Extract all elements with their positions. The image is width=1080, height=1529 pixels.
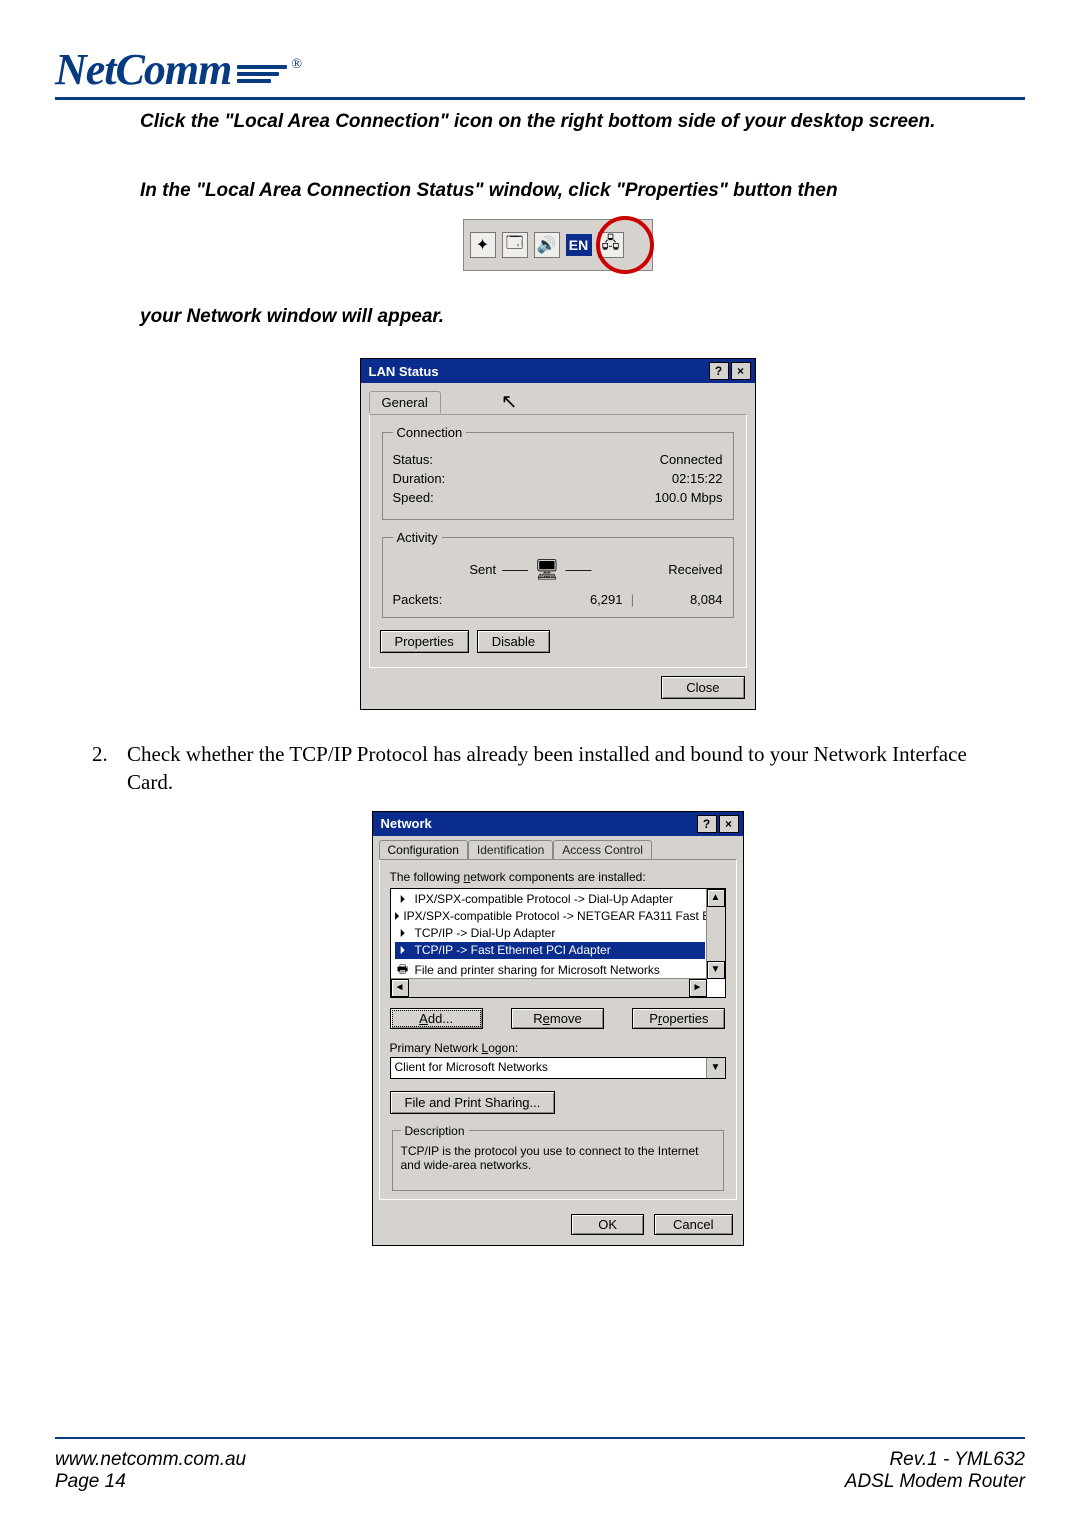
logo-lines-icon [237,65,287,83]
connection-legend: Connection [393,425,467,440]
tab-general[interactable]: General [369,391,441,413]
systray-figure: ✦ 🗔 🔊 EN 🖧 [463,219,653,271]
cancel-button[interactable]: Cancel [654,1214,732,1235]
scroll-left-icon[interactable]: ◄ [391,979,409,997]
tab-identification[interactable]: Identification [468,840,553,859]
protocol-icon: 🞂 [395,926,411,941]
protocol-icon: 🞂 [395,943,411,958]
protocol-icon: 🞂 [395,909,400,924]
sent-label: Sent [469,562,496,577]
list-item[interactable]: 🞂 TCP/IP -> Dial-Up Adapter [395,925,705,942]
speed-label: Speed: [393,490,434,505]
status-value: Connected [660,452,723,467]
tab-configuration[interactable]: Configuration [379,840,468,859]
primary-logon-combobox[interactable]: Client for Microsoft Networks ▼ [390,1057,726,1079]
primary-logon-value: Client for Microsoft Networks [391,1058,706,1078]
activity-group: Activity Sent —— 🖥 —— Received Packets: [382,530,734,618]
ok-button[interactable]: OK [571,1214,644,1235]
remove-button[interactable]: Remove [511,1008,604,1029]
horizontal-scrollbar[interactable]: ◄ ► [391,978,707,997]
connection-group: Connection Status: Connected Duration: 0… [382,425,734,520]
footer-rule [55,1437,1025,1439]
footer-rev: Rev.1 - YML632 [845,1449,1025,1471]
cursor-arrow-icon: ↖ [501,389,518,414]
components-list-label: The following network components are ins… [390,870,726,884]
tray-icon-1: ✦ [470,232,496,258]
activity-computers-icon: 🖥 [534,557,559,582]
activity-legend: Activity [393,530,442,545]
packets-received-value: 8,084 [643,592,723,607]
packets-label: Packets: [393,592,483,607]
duration-value: 02:15:22 [672,471,723,486]
lan-status-window: LAN Status ? × General ↖ Connection Stat… [360,358,756,710]
packets-sent-value: 6,291 [483,592,623,607]
titlebar-close-button[interactable]: × [731,362,751,380]
logo-text: NetComm [55,44,231,95]
description-group: Description TCP/IP is the protocol you u… [392,1124,724,1191]
speed-value: 100.0 Mbps [655,490,723,505]
titlebar-help-button[interactable]: ? [709,362,729,380]
scroll-right-icon[interactable]: ► [689,979,707,997]
footer-url: www.netcomm.com.au [55,1449,246,1471]
instruction-2: In the "Local Area Connection Status" wi… [140,177,975,206]
network-titlebar: Network ? × [373,812,743,836]
description-text: TCP/IP is the protocol you use to connec… [401,1144,715,1172]
tray-icon-2: 🗔 [502,232,528,258]
lan-status-titlebar: LAN Status ? × [361,359,755,383]
titlebar-close-button[interactable]: × [719,815,739,833]
footer-page: Page 14 [55,1471,246,1493]
page-footer: www.netcomm.com.au Page 14 Rev.1 - YML63… [55,1449,1025,1493]
list-item-selected[interactable]: 🞂 TCP/IP -> Fast Ethernet PCI Adapter [395,942,705,959]
lan-status-title: LAN Status [369,364,439,379]
scroll-up-icon[interactable]: ▲ [707,889,725,907]
network-title: Network [381,816,432,831]
activity-dash-icon: —— [565,562,591,577]
close-button[interactable]: Close [661,676,744,699]
scroll-down-icon[interactable]: ▼ [707,961,725,979]
network-window: Network ? × Configuration Identification… [372,811,744,1246]
list-item[interactable]: 🞂 IPX/SPX-compatible Protocol -> NETGEAR… [395,908,705,925]
vertical-scrollbar[interactable]: ▲ ▼ [706,889,725,979]
tray-language-indicator: EN [566,234,592,256]
instruction-3: your Network window will appear. [140,306,975,328]
step-2-text: Check whether the TCP/IP Protocol has al… [127,740,975,797]
components-listbox[interactable]: 🞂 IPX/SPX-compatible Protocol -> Dial-Up… [390,888,726,998]
protocol-icon: 🞂 [395,892,411,907]
tray-volume-icon: 🔊 [534,232,560,258]
duration-label: Duration: [393,471,446,486]
properties-button[interactable]: Properties [632,1008,725,1029]
list-item[interactable]: 🞂 IPX/SPX-compatible Protocol -> Dial-Up… [395,891,705,908]
primary-logon-label: Primary Network Logon: [390,1041,726,1055]
footer-product: ADSL Modem Router [845,1471,1025,1493]
description-legend: Description [401,1124,469,1138]
tab-access-control[interactable]: Access Control [553,840,652,859]
packets-separator: | [623,592,643,607]
registered-mark: ® [291,57,302,73]
received-label: Received [668,562,722,577]
properties-button[interactable]: Properties [380,630,469,653]
status-label: Status: [393,452,433,467]
highlight-circle-icon [596,216,654,274]
header-logo: NetComm ® [55,30,1025,95]
file-print-sharing-button[interactable]: File and Print Sharing... [390,1091,556,1114]
activity-dash-icon: —— [502,562,528,577]
titlebar-help-button[interactable]: ? [697,815,717,833]
add-button[interactable]: Add... [390,1008,483,1029]
chevron-down-icon[interactable]: ▼ [706,1058,725,1078]
instruction-1: Click the "Local Area Connection" icon o… [140,108,975,137]
disable-button[interactable]: Disable [477,630,550,653]
step-2-number: 2. [92,740,127,797]
